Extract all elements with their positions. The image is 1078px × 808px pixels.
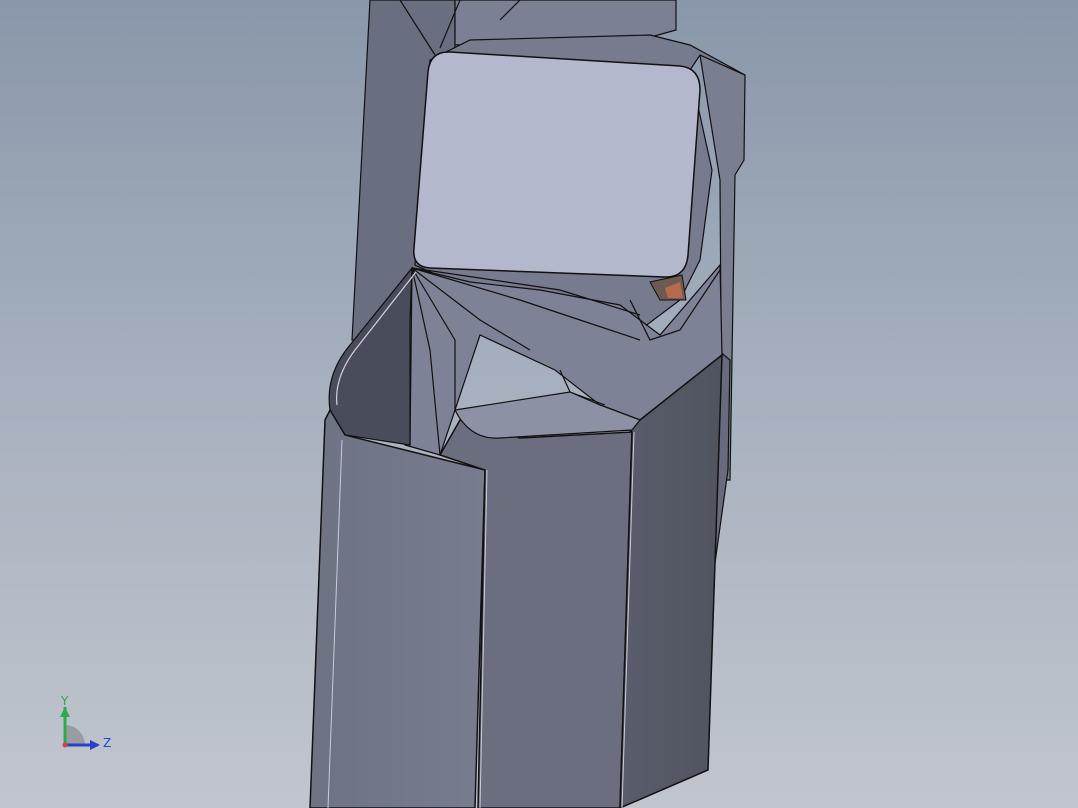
orientation-triad: Y Z <box>60 694 111 750</box>
y-axis-label: Y <box>60 694 69 708</box>
sheet-metal-model[interactable] <box>0 0 1078 808</box>
y-axis-arrow-icon <box>60 707 70 717</box>
triad-origin <box>62 742 68 748</box>
triad-plane-disc <box>65 725 85 745</box>
z-axis-label: Z <box>103 736 111 750</box>
lower-left-panel <box>309 408 486 808</box>
square-top-face[interactable] <box>413 51 701 278</box>
z-axis-arrow-icon <box>90 740 100 750</box>
graphics-viewport[interactable]: Y Z <box>0 0 1078 808</box>
